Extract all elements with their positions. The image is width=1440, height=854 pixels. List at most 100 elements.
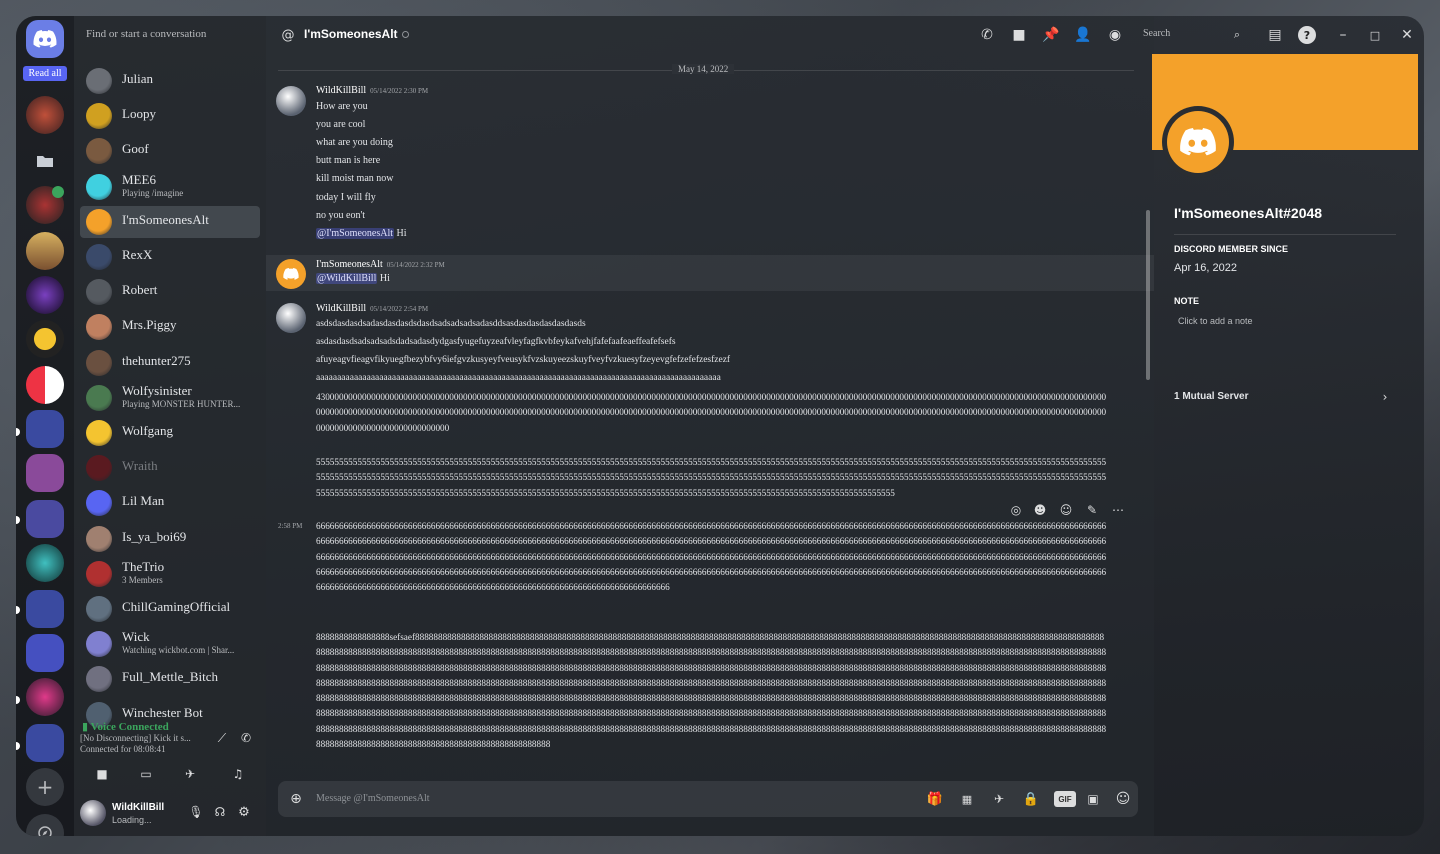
sticker-icon[interactable]: ▣ <box>1084 791 1102 807</box>
dm-item[interactable]: Goof <box>80 135 260 167</box>
scrollbar[interactable] <box>1146 210 1150 380</box>
dm-item[interactable]: Julian <box>80 65 260 97</box>
emoji-icon[interactable]: ☺ <box>1114 791 1132 807</box>
game-icon[interactable]: ▦ <box>958 791 976 807</box>
dm-item[interactable]: I'mSomeonesAlt <box>80 205 260 238</box>
pin-icon[interactable]: 📌 <box>1042 26 1060 44</box>
dm-item[interactable]: Lil Man <box>80 487 260 519</box>
rocket-icon[interactable]: ✈ <box>990 791 1008 807</box>
server-icon[interactable] <box>26 544 64 582</box>
voice-connected-label[interactable]: ▮ Voice Connected <box>82 720 169 733</box>
dm-item[interactable]: Is_ya_boi69 <box>80 523 260 555</box>
message-author[interactable]: WildKillBill 05/14/2022 2:30 PM <box>316 85 428 96</box>
reply-icon[interactable]: ◎ <box>1008 502 1024 518</box>
microphone-icon[interactable]: 🎙 <box>188 804 204 820</box>
dm-item[interactable]: Wraith <box>80 452 260 484</box>
super-reaction-icon[interactable]: ☻ <box>1032 502 1048 518</box>
note-heading: NOTE <box>1174 296 1200 306</box>
avatar <box>86 666 112 693</box>
dm-item[interactable]: Mrs.Piggy <box>80 311 260 343</box>
soundboard-icon[interactable]: ♫ <box>228 766 248 782</box>
message-author[interactable]: WildKillBill 05/14/2022 2:54 PM <box>316 303 428 314</box>
close-icon[interactable]: ✕ <box>1398 26 1416 44</box>
dm-item[interactable]: Robert <box>80 276 260 308</box>
server-folder[interactable] <box>26 454 64 492</box>
disconnect-icon[interactable]: ✆ <box>238 730 254 746</box>
read-all-button[interactable]: Read all <box>23 66 67 81</box>
screen-share-icon[interactable]: ▭ <box>136 766 156 782</box>
search-input[interactable]: Search ⌕ <box>1136 24 1246 46</box>
maximize-icon[interactable]: □ <box>1366 26 1384 44</box>
dm-item[interactable]: Wick Watching wickbot.com | Shar... <box>80 628 260 660</box>
avatar <box>86 596 112 622</box>
dm-search-input[interactable]: Find or start a conversation <box>86 28 256 46</box>
dm-item[interactable]: TheTrio 3 Members <box>80 558 260 590</box>
add-server-button[interactable]: + <box>26 768 64 806</box>
note-input[interactable]: Click to add a note <box>1178 316 1253 326</box>
message-line: How are you <box>316 101 368 112</box>
mutual-servers-row[interactable]: 1 Mutual Server › <box>1174 388 1396 408</box>
edit-pencil-icon[interactable]: ✎ <box>1084 502 1100 518</box>
profile-username: I'mSomeonesAlt#2048 <box>1174 205 1323 221</box>
dm-item[interactable]: Full_Mettle_Bitch <box>80 663 260 695</box>
voice-channel-label[interactable]: [No Disconnecting] Kick it s... <box>80 733 191 743</box>
server-icon[interactable] <box>26 96 64 134</box>
server-folder[interactable] <box>26 724 64 762</box>
dm-item[interactable]: Wolfysinister Playing MONSTER HUNTER... <box>80 382 260 414</box>
message-input[interactable]: Message @I'mSomeonesAlt <box>316 793 430 804</box>
add-reaction-icon[interactable]: ☺ <box>1058 502 1074 518</box>
noise-suppression-icon[interactable]: ⟋ <box>214 730 230 746</box>
server-folder[interactable] <box>26 634 64 672</box>
dm-item[interactable]: MEE6 Playing /imagine <box>80 171 260 203</box>
more-options-icon[interactable]: ⋯ <box>1110 502 1126 518</box>
avatar[interactable] <box>80 800 106 826</box>
avatar[interactable] <box>1162 106 1234 178</box>
video-icon[interactable]: ■ <box>92 766 112 782</box>
add-friends-icon[interactable]: 👤 <box>1074 26 1092 44</box>
discord-home-button[interactable] <box>26 20 64 58</box>
chat-area: May 14, 2022 WildKillBill 05/14/2022 2:30… <box>266 16 1154 836</box>
lock-icon[interactable]: 🔒 <box>1022 791 1040 807</box>
dm-item[interactable]: ChillGamingOfficial <box>80 593 260 625</box>
add-attachment-icon[interactable]: ⊕ <box>288 791 304 807</box>
help-icon[interactable]: ? <box>1298 26 1316 44</box>
minimize-icon[interactable]: – <box>1334 26 1352 44</box>
video-call-icon[interactable]: ■ <box>1010 26 1028 44</box>
activity-icon[interactable]: ✈ <box>180 766 200 782</box>
server-icon[interactable] <box>26 232 64 270</box>
voice-call-icon[interactable]: ✆ <box>978 26 996 44</box>
avatar <box>86 68 112 94</box>
message-author[interactable]: I'mSomeonesAlt 05/14/2022 2:32 PM <box>316 259 445 270</box>
avatar[interactable] <box>276 259 306 289</box>
message-line: afuyeagvfieagvfikyuegfbezybfvy6iefgvzkus… <box>316 355 731 365</box>
server-icon[interactable] <box>26 678 64 716</box>
explore-button[interactable] <box>26 814 64 836</box>
gif-icon[interactable]: GIF <box>1054 791 1076 807</box>
message-line: butt man is here <box>316 155 381 167</box>
message-line: @WildKillBill Hi <box>316 273 390 284</box>
username[interactable]: WildKillBill <box>112 802 164 813</box>
avatar[interactable] <box>276 86 306 116</box>
user-mention[interactable]: @I'mSomeonesAlt <box>316 228 395 239</box>
server-icon[interactable] <box>26 276 64 314</box>
dm-name: Loopy <box>122 106 156 122</box>
dm-item[interactable]: RexX <box>80 241 260 273</box>
server-icon[interactable] <box>26 320 64 358</box>
gift-icon[interactable]: 🎁 <box>926 791 944 807</box>
user-mention[interactable]: @WildKillBill <box>316 273 378 284</box>
server-folder[interactable] <box>26 590 64 628</box>
folder-icon[interactable] <box>26 142 64 180</box>
server-icon[interactable] <box>26 366 64 404</box>
settings-gear-icon[interactable]: ⚙ <box>236 804 252 820</box>
inbox-icon[interactable]: ▤ <box>1266 26 1284 44</box>
avatar[interactable] <box>276 303 306 333</box>
avatar <box>86 279 112 306</box>
headphones-icon[interactable]: ☊ <box>212 804 228 820</box>
user-profile-toggle-icon[interactable]: ◉ <box>1106 26 1124 44</box>
server-folder[interactable] <box>26 500 64 538</box>
dm-item[interactable]: thehunter275 <box>80 347 260 379</box>
dm-item[interactable]: Wolfgang <box>80 417 260 449</box>
server-folder[interactable] <box>26 410 64 448</box>
unread-pip <box>16 606 20 614</box>
dm-item[interactable]: Loopy <box>80 100 260 132</box>
